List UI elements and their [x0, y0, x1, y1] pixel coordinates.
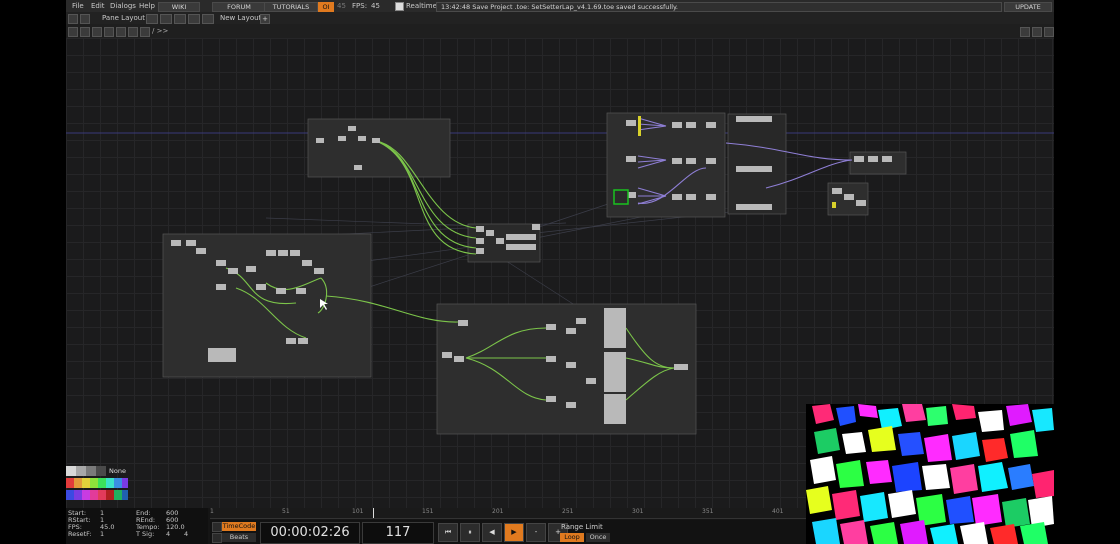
- timecode-button[interactable]: TimeCode: [222, 522, 256, 531]
- star-icon[interactable]: [128, 27, 138, 37]
- realtime-checkbox[interactable]: [395, 2, 404, 11]
- container-bottom: [436, 303, 697, 435]
- pause-button[interactable]: ⏸: [460, 523, 480, 542]
- network-path: / >>: [152, 27, 169, 35]
- oi-badge[interactable]: OI: [318, 2, 334, 12]
- network-containers: [162, 112, 907, 435]
- pane-icon[interactable]: [68, 14, 78, 24]
- menu-bar: File Edit Dialogs Help WIKI FORUM TUTORI…: [66, 0, 1054, 12]
- layout-2-icon[interactable]: [160, 14, 172, 24]
- container-top-left: [307, 118, 451, 178]
- menu-edit[interactable]: Edit: [91, 0, 105, 12]
- pane-layout-label: Pane Layout: [102, 14, 145, 22]
- menu-dialogs[interactable]: Dialogs: [110, 0, 136, 12]
- status-message: 13:42:48 Save Project .toe: SetSetterLap…: [436, 2, 1002, 12]
- tick-351: 351: [702, 508, 714, 515]
- tsig-label: T Sig:: [136, 530, 155, 538]
- viewer-toggle-icon[interactable]: [1020, 27, 1030, 37]
- range-limit-label: Range Limit: [561, 523, 603, 531]
- tick-51: 51: [282, 508, 290, 515]
- menu-file[interactable]: File: [72, 0, 84, 12]
- time-settings-panel: Start: 1 End: 600 RStart: 1 REnd: 600 FP…: [66, 508, 208, 544]
- timecode-display[interactable]: 00:00:02:26: [260, 522, 360, 544]
- add-icon[interactable]: [116, 27, 126, 37]
- step-back-button[interactable]: ◀: [482, 523, 502, 542]
- layout-1-icon[interactable]: [146, 14, 158, 24]
- minus-button[interactable]: -: [526, 523, 546, 542]
- once-button[interactable]: Once: [586, 533, 610, 542]
- tick-101: 101: [352, 508, 364, 515]
- new-layout-label[interactable]: New Layout: [220, 12, 261, 24]
- menu-arrow-icon[interactable]: [68, 27, 78, 37]
- resetf-value[interactable]: 1: [100, 531, 104, 538]
- resetf-label: ResetF:: [68, 530, 92, 538]
- add-layout-button[interactable]: +: [260, 14, 270, 24]
- back-icon[interactable]: [92, 27, 102, 37]
- lock-view-icon[interactable]: [1044, 27, 1054, 37]
- render-viewer[interactable]: [806, 404, 1054, 544]
- timeline-ruler[interactable]: 1 51 101 151 201 251 301 351 401: [210, 508, 806, 519]
- tick-151: 151: [422, 508, 434, 515]
- counter-45: 45: [337, 2, 346, 10]
- pane-split-icon[interactable]: [80, 14, 90, 24]
- tsig-value-a[interactable]: 4: [166, 531, 170, 538]
- selected-node: [613, 189, 629, 205]
- layout-5-icon[interactable]: [202, 14, 214, 24]
- layout-3-icon[interactable]: [174, 14, 186, 24]
- home-icon[interactable]: [104, 27, 114, 37]
- fps-label: FPS:: [352, 2, 368, 10]
- rewind-button[interactable]: ⏮: [438, 523, 458, 542]
- realtime-label: Realtime: [406, 2, 437, 10]
- playhead[interactable]: [373, 508, 374, 518]
- lock-icon[interactable]: [140, 27, 150, 37]
- tick-301: 301: [632, 508, 644, 515]
- beats-button[interactable]: Beats: [222, 533, 256, 542]
- beats-mode-icon[interactable]: [212, 533, 222, 543]
- split-view-icon[interactable]: [1032, 27, 1042, 37]
- tick-251: 251: [562, 508, 574, 515]
- loop-button[interactable]: Loop: [560, 533, 584, 542]
- network-toolbar: / >>: [66, 24, 1054, 39]
- render-output-image: [806, 404, 1054, 544]
- container-right-small: [849, 151, 907, 175]
- container-top-right-2: [727, 113, 787, 215]
- play-button[interactable]: ▶: [504, 523, 524, 542]
- color-palette[interactable]: None: [66, 466, 128, 508]
- forum-button[interactable]: FORUM: [212, 2, 266, 12]
- layout-4-icon[interactable]: [188, 14, 200, 24]
- tick-401: 401: [772, 508, 784, 515]
- square-icon[interactable]: [80, 27, 90, 37]
- tick-201: 201: [492, 508, 504, 515]
- menu-help[interactable]: Help: [139, 0, 155, 12]
- update-button[interactable]: UPDATE: [1004, 2, 1052, 12]
- pane-toolbar: Pane Layout New Layout +: [66, 12, 1054, 24]
- palette-none-label[interactable]: None: [109, 467, 126, 475]
- frame-display[interactable]: 117: [362, 522, 434, 544]
- tsig-value-b[interactable]: 4: [184, 531, 188, 538]
- wiki-button[interactable]: WIKI: [158, 2, 200, 12]
- tick-1: 1: [210, 508, 214, 515]
- fps-value: 45: [371, 2, 380, 10]
- timecode-mode-icon[interactable]: [212, 522, 222, 532]
- tutorials-button[interactable]: TUTORIALS: [264, 2, 318, 12]
